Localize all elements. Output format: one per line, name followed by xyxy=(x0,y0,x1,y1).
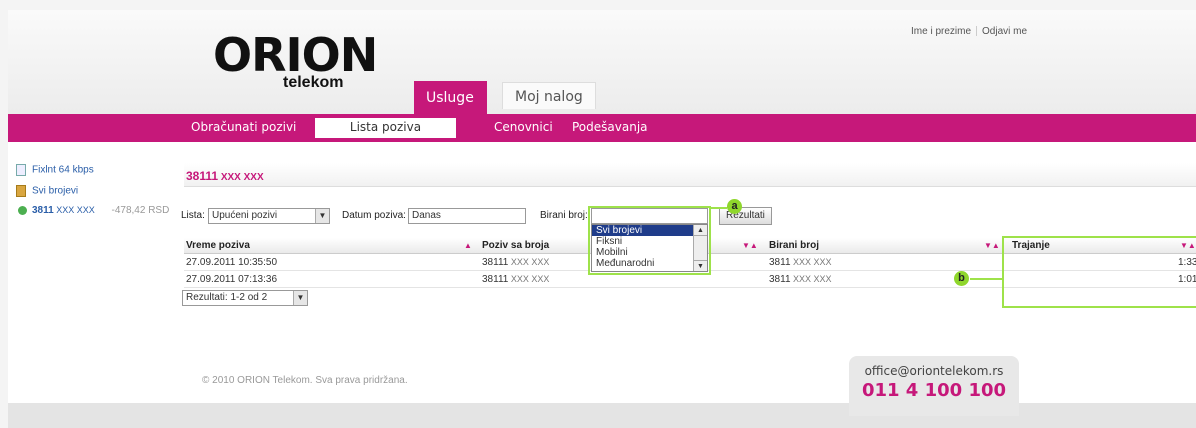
plan-link[interactable]: Fixlnt 64 kbps xyxy=(32,165,94,176)
cell-to: 3811 XXX XXX xyxy=(769,257,832,268)
title-masked: XXX XXX xyxy=(218,172,264,183)
number-prefix: 3811 xyxy=(32,205,54,216)
to-prefix: 3811 xyxy=(769,274,791,285)
to-masked: XXX XXX xyxy=(790,257,832,267)
contact-email[interactable]: office@oriontelekom.rs xyxy=(849,364,1019,378)
sort-icon[interactable]: ▼▲ xyxy=(742,241,758,250)
col-birani-broj[interactable]: Birani broj xyxy=(769,240,819,251)
to-prefix: 3811 xyxy=(769,257,791,268)
tab-usluge[interactable]: Usluge xyxy=(414,81,487,114)
sidebar-item-all-numbers[interactable]: Svi brojevi xyxy=(16,185,78,197)
user-links: Ime i prezime Odjavi me xyxy=(906,26,1032,37)
contact-box: office@oriontelekom.rs 011 4 100 100 xyxy=(849,356,1019,416)
orion-logo[interactable]: ORION telekom xyxy=(213,32,393,92)
number-masked: XXX XXX xyxy=(53,205,95,215)
title-prefix: 38111 xyxy=(186,169,219,183)
marker-b: b xyxy=(954,271,969,286)
copyright: © 2010 ORION Telekom. Sva prava pridržan… xyxy=(202,375,408,386)
contact-phone: 011 4 100 100 xyxy=(861,380,1007,401)
sidebar-item-number[interactable]: 3811 XXX XXX -478,42 RSD xyxy=(18,205,169,216)
from-prefix: 38111 xyxy=(482,274,509,285)
nav-podesavanja[interactable]: Podešavanja xyxy=(572,120,648,134)
sort-icon[interactable]: ▼▲ xyxy=(984,241,1000,250)
logo-sub: telekom xyxy=(283,74,344,91)
lista-label: Lista: xyxy=(181,210,205,221)
leader-line-a xyxy=(711,207,727,209)
page: ORION telekom Ime i prezime Odjavi me Usl… xyxy=(8,10,1196,428)
results-value: Rezultati: 1-2 od 2 xyxy=(186,292,268,303)
user-name[interactable]: Ime i prezime xyxy=(906,26,976,37)
datum-input[interactable]: Danas xyxy=(408,208,526,224)
nav-cenovnici[interactable]: Cenovnici xyxy=(494,120,553,134)
nav-obracunati-pozivi[interactable]: Obračunati pozivi xyxy=(191,120,296,134)
cell-time: 27.09.2011 07:13:36 xyxy=(186,274,278,285)
highlight-a xyxy=(588,206,711,275)
lista-select[interactable]: Upućeni pozivi ▼ xyxy=(208,208,330,224)
logout-link[interactable]: Odjavi me xyxy=(977,26,1032,37)
content-title: 38111 XXX XXX xyxy=(184,163,1196,187)
cell-from: 38111 XXX XXX xyxy=(482,257,549,268)
lista-value: Upućeni pozivi xyxy=(212,210,278,221)
chevron-down-icon: ▼ xyxy=(293,291,307,305)
cell-to: 3811 XXX XXX xyxy=(769,274,832,285)
col-poziv-sa-broja[interactable]: Poziv sa broja xyxy=(482,240,549,251)
highlight-b xyxy=(1002,236,1196,308)
balance: -478,42 RSD xyxy=(111,205,170,216)
leader-line-b xyxy=(970,278,1002,280)
tab-moj-nalog[interactable]: Moj nalog xyxy=(502,82,596,109)
book-icon xyxy=(16,185,26,197)
header: ORION telekom Ime i prezime Odjavi me Usl… xyxy=(8,10,1196,114)
cell-from: 38111 XXX XXX xyxy=(482,274,549,285)
to-masked: XXX XXX xyxy=(790,274,832,284)
datum-label: Datum poziva: xyxy=(342,210,406,221)
results-select[interactable]: Rezultati: 1-2 od 2 ▼ xyxy=(182,290,308,306)
chevron-down-icon: ▼ xyxy=(315,209,329,223)
cell-time: 27.09.2011 10:35:50 xyxy=(186,257,278,268)
birani-label: Birani broj: xyxy=(540,210,588,221)
status-dot-icon xyxy=(18,205,27,215)
nav-lista-poziva[interactable]: Lista poziva xyxy=(315,118,456,138)
col-vreme[interactable]: Vreme poziva xyxy=(186,240,250,251)
from-masked: XXX XXX xyxy=(508,257,550,267)
logo-word: ORION xyxy=(213,28,378,82)
sort-icon[interactable]: ▲ xyxy=(464,241,472,250)
sidebar-item-plan[interactable]: Fixlnt 64 kbps xyxy=(16,164,94,176)
all-numbers-link[interactable]: Svi brojevi xyxy=(32,186,78,197)
from-prefix: 38111 xyxy=(482,257,509,268)
document-icon xyxy=(16,164,26,176)
from-masked: XXX XXX xyxy=(508,274,550,284)
marker-a: a xyxy=(727,199,742,214)
subnav: Obračunati pozivi Lista poziva Cenovnici… xyxy=(8,114,1196,142)
